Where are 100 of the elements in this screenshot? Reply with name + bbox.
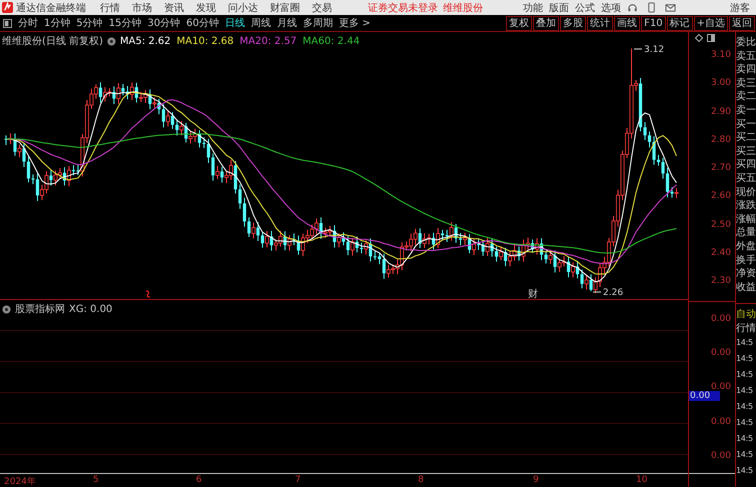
- leader-line: [634, 48, 642, 50]
- date-axis-label: 8: [418, 475, 424, 485]
- toolbar-button[interactable]: 返回: [729, 16, 755, 30]
- settings-icon[interactable]: [2, 304, 11, 314]
- user-name[interactable]: 游客: [730, 0, 750, 14]
- quote-field-label: 买一: [736, 118, 756, 132]
- indicator-title: 股票指标网: [15, 302, 65, 316]
- toolbar-button[interactable]: 画线: [614, 16, 640, 30]
- trade-time: 14:5: [736, 385, 754, 398]
- trade-time: 14:5: [736, 353, 754, 366]
- quote-field-label: 买三: [736, 144, 756, 158]
- date-axis-label: 6: [196, 475, 202, 485]
- diamond-icon[interactable]: [695, 34, 703, 42]
- quote-field-label: 卖一: [736, 104, 756, 118]
- period-tab[interactable]: 30分钟: [147, 16, 180, 30]
- trade-time: 14:5: [736, 417, 754, 430]
- period-tab[interactable]: 60分钟: [186, 16, 219, 30]
- date-axis-label: 2024年: [4, 476, 36, 487]
- price-axis-label: 2.70: [710, 163, 731, 173]
- quote-field-label: 卖五: [736, 50, 756, 64]
- toolbar-button[interactable]: 叠加: [533, 16, 560, 30]
- quote-mode-label[interactable]: 行情: [736, 322, 756, 336]
- panel-toggle-icon[interactable]: [3, 18, 12, 28]
- tool-menu-item[interactable]: 功能: [523, 0, 543, 14]
- menu-item[interactable]: 发现: [196, 0, 216, 14]
- quote-field-label: 买五: [736, 172, 756, 186]
- menu-item[interactable]: 问小达: [228, 0, 258, 14]
- price-axis-label: 2.40: [710, 248, 731, 258]
- headset-icon[interactable]: [627, 2, 638, 13]
- trade-time: 14:5: [736, 433, 754, 446]
- panel-toggle-icon[interactable]: [707, 34, 715, 42]
- tool-menu-item[interactable]: 版面: [549, 0, 569, 14]
- more-periods-button[interactable]: 更多 >: [338, 16, 371, 30]
- message-icon[interactable]: [665, 2, 676, 13]
- period-tab[interactable]: 1分钟: [44, 16, 70, 30]
- price-axis-label: 2.50: [710, 220, 731, 230]
- date-axis-label: 9: [533, 475, 539, 485]
- indicator-value: MA5: 2.62: [120, 36, 171, 46]
- quote-field-label: 总量: [736, 226, 756, 240]
- login-notice[interactable]: 证券交易未登录: [368, 0, 438, 14]
- period-tab[interactable]: 15分钟: [108, 16, 142, 30]
- quote-field-label: 换手: [736, 254, 756, 268]
- trade-time: 14:5: [736, 401, 754, 414]
- date-axis-label: 10: [636, 475, 648, 485]
- price-axis-label: 2.80: [710, 134, 731, 145]
- toolbar-button[interactable]: 多股: [560, 16, 586, 30]
- date-axis-label: 7: [295, 475, 301, 485]
- event-marker-icon: [145, 290, 151, 298]
- quote-field-label: 涨幅: [736, 212, 756, 226]
- value-axis-label: 0.00: [710, 348, 731, 358]
- toolbar-button[interactable]: +自选: [694, 16, 728, 30]
- auto-mode-label[interactable]: 自动: [736, 308, 756, 322]
- quote-field-label: 卖四: [736, 63, 756, 77]
- indicator-value: MA10: 2.68: [176, 36, 234, 46]
- value-axis-label: 0.00: [710, 416, 731, 427]
- price-axis-label: 2.60: [710, 191, 731, 202]
- quote-field-label: 买四: [736, 158, 756, 172]
- toolbar-button[interactable]: 标记: [666, 16, 693, 30]
- toolbar-button[interactable]: 复权: [506, 16, 532, 30]
- quote-field-label: 净资: [736, 267, 756, 281]
- toolbar-button[interactable]: 统计: [587, 16, 614, 30]
- period-tab[interactable]: 周线: [250, 16, 271, 30]
- trade-time: 14:5: [736, 369, 754, 382]
- value-axis-label: 0.00: [710, 382, 731, 392]
- period-tab[interactable]: 日线: [224, 16, 245, 30]
- date-axis-label: 5: [93, 475, 99, 485]
- indicator-value: MA20: 2.57: [240, 36, 297, 46]
- tool-menu-item[interactable]: 选项: [601, 0, 621, 14]
- high-price-label: 3.12: [644, 45, 664, 55]
- quote-field-label: 买二: [736, 131, 756, 145]
- period-tab[interactable]: 多周期: [302, 16, 333, 30]
- price-axis-label: 2.90: [710, 106, 731, 116]
- menu-item[interactable]: 市场: [132, 0, 152, 14]
- quote-field-label: 收益: [736, 280, 756, 294]
- period-tab[interactable]: 月线: [276, 16, 297, 30]
- phone-icon[interactable]: [646, 2, 657, 13]
- value-axis-label: 0.00: [710, 450, 731, 461]
- indicator-value: MA60: 2.44: [302, 36, 360, 46]
- event-marker[interactable]: 财: [528, 287, 538, 301]
- settings-icon[interactable]: [106, 36, 116, 46]
- app-logo-icon: [2, 2, 13, 13]
- menu-item[interactable]: 行情: [100, 0, 120, 14]
- period-tab[interactable]: 分时: [18, 16, 38, 30]
- chart-title: 维维股份(日线 前复权): [2, 34, 103, 48]
- value-axis-label: 0.00: [710, 314, 731, 324]
- price-axis-label: 2.30: [710, 276, 731, 286]
- trade-time: 14:5: [736, 449, 754, 462]
- toolbar-button[interactable]: F10: [641, 16, 666, 30]
- price-axis-label: 3.10: [710, 50, 731, 60]
- trade-time: 14:5: [736, 465, 754, 478]
- menu-item[interactable]: 财富圈: [270, 0, 300, 14]
- app-name: 通达信金融终端: [16, 2, 86, 14]
- quote-field-label: 外盘: [736, 240, 756, 254]
- stock-name: 维维股份: [443, 2, 483, 14]
- tool-menu-item[interactable]: 公式: [575, 0, 595, 14]
- menu-item[interactable]: 交易: [312, 0, 332, 14]
- period-tab[interactable]: 5分钟: [76, 16, 103, 30]
- low-price-label: 2.26: [603, 288, 624, 298]
- trade-time: 14:5: [736, 337, 754, 350]
- menu-item[interactable]: 资讯: [164, 0, 184, 14]
